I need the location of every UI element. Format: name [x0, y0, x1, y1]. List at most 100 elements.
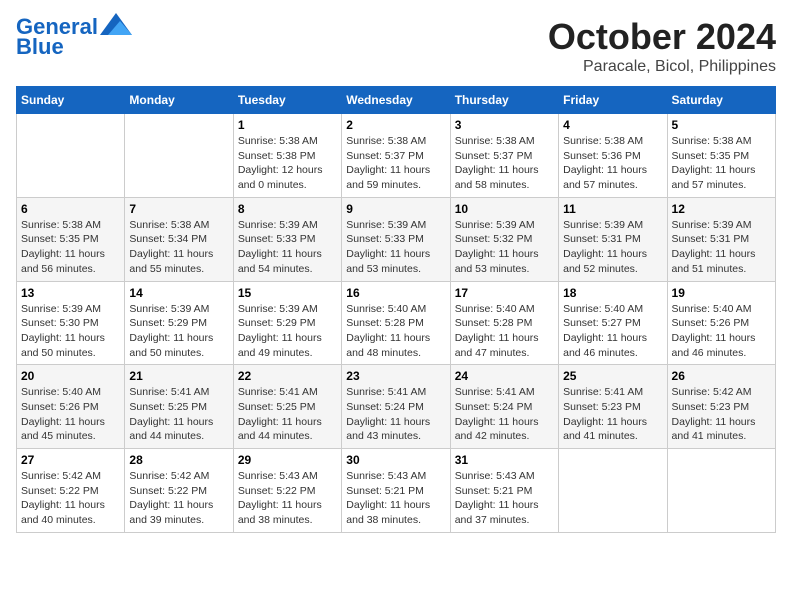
day-info: Sunrise: 5:40 AMSunset: 5:26 PMDaylight:… [21, 385, 120, 444]
day-number: 23 [346, 369, 445, 383]
title-block: October 2024 Paracale, Bicol, Philippine… [548, 16, 776, 76]
day-info: Sunrise: 5:39 AMSunset: 5:33 PMDaylight:… [346, 218, 445, 277]
day-number: 3 [455, 118, 554, 132]
day-info: Sunrise: 5:39 AMSunset: 5:31 PMDaylight:… [563, 218, 662, 277]
calendar-cell: 18 Sunrise: 5:40 AMSunset: 5:27 PMDayligh… [559, 281, 667, 365]
calendar-cell: 29 Sunrise: 5:43 AMSunset: 5:22 PMDayligh… [233, 449, 341, 533]
day-info: Sunrise: 5:40 AMSunset: 5:27 PMDaylight:… [563, 302, 662, 361]
day-number: 7 [129, 202, 228, 216]
day-info: Sunrise: 5:39 AMSunset: 5:29 PMDaylight:… [238, 302, 337, 361]
calendar-cell: 1Sunrise: 5:38 AMSunset: 5:38 PMDaylight… [233, 114, 341, 198]
day-info: Sunrise: 5:38 AMSunset: 5:36 PMDaylight:… [563, 134, 662, 193]
day-number: 27 [21, 453, 120, 467]
header-monday: Monday [125, 87, 233, 114]
day-number: 30 [346, 453, 445, 467]
calendar-cell: 3Sunrise: 5:38 AMSunset: 5:37 PMDaylight… [450, 114, 558, 198]
day-number: 31 [455, 453, 554, 467]
day-info: Sunrise: 5:41 AMSunset: 5:24 PMDaylight:… [455, 385, 554, 444]
calendar-cell: 10Sunrise: 5:39 AMSunset: 5:32 PMDayligh… [450, 197, 558, 281]
day-number: 21 [129, 369, 228, 383]
day-info: Sunrise: 5:43 AMSunset: 5:21 PMDaylight:… [455, 469, 554, 528]
day-info: Sunrise: 5:40 AMSunset: 5:26 PMDaylight:… [672, 302, 771, 361]
calendar-cell: 14 Sunrise: 5:39 AMSunset: 5:29 PMDayligh… [125, 281, 233, 365]
day-number: 15 [238, 286, 337, 300]
day-number: 11 [563, 202, 662, 216]
day-number: 10 [455, 202, 554, 216]
calendar-cell: 22 Sunrise: 5:41 AMSunset: 5:25 PMDayligh… [233, 365, 341, 449]
day-info: Sunrise: 5:43 AMSunset: 5:21 PMDaylight:… [346, 469, 445, 528]
calendar-cell: 19 Sunrise: 5:40 AMSunset: 5:26 PMDayligh… [667, 281, 775, 365]
day-number: 29 [238, 453, 337, 467]
header-saturday: Saturday [667, 87, 775, 114]
day-info: Sunrise: 5:39 AMSunset: 5:33 PMDaylight:… [238, 218, 337, 277]
calendar-cell: 8 Sunrise: 5:39 AMSunset: 5:33 PMDaylight… [233, 197, 341, 281]
calendar-cell [125, 114, 233, 198]
day-info: Sunrise: 5:42 AMSunset: 5:23 PMDaylight:… [672, 385, 771, 444]
day-info: Sunrise: 5:41 AMSunset: 5:23 PMDaylight:… [563, 385, 662, 444]
day-number: 17 [455, 286, 554, 300]
calendar-cell: 28Sunrise: 5:42 AMSunset: 5:22 PMDayligh… [125, 449, 233, 533]
calendar-cell: 2Sunrise: 5:38 AMSunset: 5:37 PMDaylight… [342, 114, 450, 198]
day-info: Sunrise: 5:41 AMSunset: 5:25 PMDaylight:… [238, 385, 337, 444]
day-number: 14 [129, 286, 228, 300]
header-friday: Friday [559, 87, 667, 114]
calendar-cell: 24Sunrise: 5:41 AMSunset: 5:24 PMDayligh… [450, 365, 558, 449]
calendar-cell: 30 Sunrise: 5:43 AMSunset: 5:21 PMDayligh… [342, 449, 450, 533]
calendar-table: SundayMondayTuesdayWednesdayThursdayFrid… [16, 86, 776, 533]
day-number: 18 [563, 286, 662, 300]
day-info: Sunrise: 5:38 AMSunset: 5:35 PMDaylight:… [672, 134, 771, 193]
calendar-cell: 9 Sunrise: 5:39 AMSunset: 5:33 PMDaylight… [342, 197, 450, 281]
day-info: Sunrise: 5:40 AMSunset: 5:28 PMDaylight:… [346, 302, 445, 361]
day-info: Sunrise: 5:39 AMSunset: 5:31 PMDaylight:… [672, 218, 771, 277]
calendar-cell: 21 Sunrise: 5:41 AMSunset: 5:25 PMDayligh… [125, 365, 233, 449]
day-number: 9 [346, 202, 445, 216]
day-info: Sunrise: 5:41 AMSunset: 5:24 PMDaylight:… [346, 385, 445, 444]
header-tuesday: Tuesday [233, 87, 341, 114]
week-row-3: 13Sunrise: 5:39 AMSunset: 5:30 PMDayligh… [17, 281, 776, 365]
day-number: 6 [21, 202, 120, 216]
calendar-title: October 2024 [548, 16, 776, 58]
calendar-subtitle: Paracale, Bicol, Philippines [548, 58, 776, 76]
day-number: 20 [21, 369, 120, 383]
calendar-cell: 31 Sunrise: 5:43 AMSunset: 5:21 PMDayligh… [450, 449, 558, 533]
day-info: Sunrise: 5:40 AMSunset: 5:28 PMDaylight:… [455, 302, 554, 361]
day-number: 4 [563, 118, 662, 132]
day-info: Sunrise: 5:38 AMSunset: 5:35 PMDaylight:… [21, 218, 120, 277]
logo-text-blue: Blue [16, 36, 64, 58]
calendar-cell: 23 Sunrise: 5:41 AMSunset: 5:24 PMDayligh… [342, 365, 450, 449]
day-info: Sunrise: 5:42 AMSunset: 5:22 PMDaylight:… [21, 469, 120, 528]
day-number: 25 [563, 369, 662, 383]
day-info: Sunrise: 5:41 AMSunset: 5:25 PMDaylight:… [129, 385, 228, 444]
calendar-cell [17, 114, 125, 198]
day-number: 26 [672, 369, 771, 383]
day-number: 19 [672, 286, 771, 300]
calendar-cell: 15 Sunrise: 5:39 AMSunset: 5:29 PMDayligh… [233, 281, 341, 365]
logo-icon [100, 13, 132, 35]
calendar-cell: 16Sunrise: 5:40 AMSunset: 5:28 PMDayligh… [342, 281, 450, 365]
week-row-1: 1Sunrise: 5:38 AMSunset: 5:38 PMDaylight… [17, 114, 776, 198]
header-wednesday: Wednesday [342, 87, 450, 114]
calendar-cell [559, 449, 667, 533]
logo: General Blue [16, 16, 132, 58]
page-header: General Blue October 2024 Paracale, Bico… [16, 16, 776, 76]
day-info: Sunrise: 5:38 AMSunset: 5:38 PMDaylight:… [238, 134, 337, 193]
day-info: Sunrise: 5:42 AMSunset: 5:22 PMDaylight:… [129, 469, 228, 528]
day-info: Sunrise: 5:43 AMSunset: 5:22 PMDaylight:… [238, 469, 337, 528]
calendar-cell: 27 Sunrise: 5:42 AMSunset: 5:22 PMDayligh… [17, 449, 125, 533]
calendar-cell [667, 449, 775, 533]
calendar-cell: 25 Sunrise: 5:41 AMSunset: 5:23 PMDayligh… [559, 365, 667, 449]
calendar-cell: 5Sunrise: 5:38 AMSunset: 5:35 PMDaylight… [667, 114, 775, 198]
day-info: Sunrise: 5:39 AMSunset: 5:29 PMDaylight:… [129, 302, 228, 361]
calendar-cell: 13Sunrise: 5:39 AMSunset: 5:30 PMDayligh… [17, 281, 125, 365]
calendar-cell: 7Sunrise: 5:38 AMSunset: 5:34 PMDaylight… [125, 197, 233, 281]
day-number: 12 [672, 202, 771, 216]
calendar-cell: 17 Sunrise: 5:40 AMSunset: 5:28 PMDayligh… [450, 281, 558, 365]
calendar-cell: 12 Sunrise: 5:39 AMSunset: 5:31 PMDayligh… [667, 197, 775, 281]
calendar-header-row: SundayMondayTuesdayWednesdayThursdayFrid… [17, 87, 776, 114]
calendar-cell: 6 Sunrise: 5:38 AMSunset: 5:35 PMDaylight… [17, 197, 125, 281]
day-number: 22 [238, 369, 337, 383]
calendar-cell: 26 Sunrise: 5:42 AMSunset: 5:23 PMDayligh… [667, 365, 775, 449]
day-number: 13 [21, 286, 120, 300]
week-row-2: 6 Sunrise: 5:38 AMSunset: 5:35 PMDaylight… [17, 197, 776, 281]
day-number: 8 [238, 202, 337, 216]
